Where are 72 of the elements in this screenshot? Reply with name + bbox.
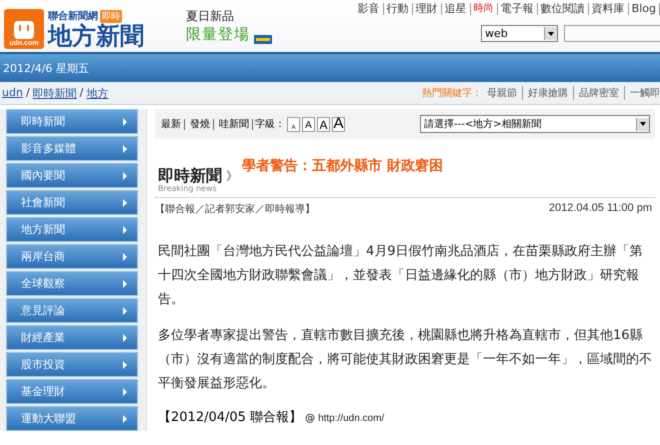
- arrow-icon: [123, 252, 127, 260]
- keyword-link[interactable]: 一觸即: [625, 86, 660, 100]
- sidebar-item[interactable]: 兩岸台商: [6, 244, 138, 269]
- article-paragraph: 民間社團「台灣地方民代公益論壇」4月9日假竹南兆品酒店，在苗栗縣政府主辦「第十四次全國地方財政聯繫會議」，並發表「日益邊緣化的縣（市）地方財政」研究報告。: [158, 242, 644, 309]
- sidebar-item[interactable]: 全球觀察: [6, 271, 138, 296]
- nav-link[interactable]: 影音: [354, 3, 384, 15]
- section-title: 即時新聞: [158, 166, 222, 184]
- hot-keywords-label: 熱門關鍵字：: [422, 86, 482, 100]
- date-text: 2012/4/6 星期五: [3, 60, 89, 76]
- arrow-icon: [123, 414, 127, 422]
- arrow-icon: [123, 280, 127, 288]
- sidebar-item[interactable]: 國內要聞: [6, 163, 138, 188]
- breadcrumb-link[interactable]: 地方: [86, 86, 108, 100]
- live-badge: 即時: [100, 10, 122, 22]
- sidebar-item[interactable]: 運動大聯盟: [6, 406, 138, 431]
- nav-link[interactable]: 理財: [412, 3, 442, 15]
- source-link[interactable]: http://udn.com/: [318, 412, 384, 424]
- nav-link[interactable]: 時尚: [470, 3, 498, 15]
- nav-link[interactable]: 數位閱讀: [538, 3, 589, 15]
- nav-link[interactable]: 資料庫: [588, 3, 629, 15]
- font-size-button[interactable]: A: [302, 116, 315, 132]
- ad-text: 夏日新品: [186, 8, 235, 25]
- sidebar-item[interactable]: 影音多媒體: [6, 136, 138, 161]
- article-paragraph: 多位學者專家提出警告，直轄市數目擴充後，桃園縣也將升格為直轄市，但其他16縣（市）沒有適當的制度配合，將可能使其財政困窘更是「一年不如一年」，區域間的不平衡發展益形惡化。: [158, 326, 653, 393]
- sidebar-item[interactable]: 股市投資: [6, 352, 138, 377]
- at-sign: @: [305, 412, 316, 424]
- breadcrumb-link[interactable]: 即時新聞: [32, 86, 77, 100]
- arrow-icon: [123, 388, 127, 396]
- arrow-icon: [123, 118, 127, 126]
- font-size-button[interactable]: A: [317, 116, 330, 132]
- nav-link[interactable]: 電子報: [498, 3, 538, 15]
- byline: 【聯合報／記者郭安家／即時報導】: [155, 202, 315, 216]
- sidebar-item[interactable]: 財經產業: [6, 325, 138, 350]
- keyword-link[interactable]: 母親節: [482, 86, 523, 100]
- search-scope-select[interactable]: web: [481, 25, 558, 42]
- toolbar-link[interactable]: 發燒: [187, 118, 214, 130]
- toolbar-link[interactable]: 最新: [158, 118, 185, 130]
- site-name: 聯合新聞網: [48, 9, 98, 23]
- brand-logo-icon: [254, 35, 272, 44]
- sidebar-item[interactable]: 地方新聞: [6, 217, 138, 242]
- section-subtitle: Breaking news: [158, 184, 218, 193]
- toolbar-link[interactable]: 哇新聞: [216, 118, 253, 130]
- arrow-icon: [123, 226, 127, 234]
- timestamp: 2012.04.05 11:00 pm: [548, 202, 652, 216]
- sidebar-item[interactable]: 基金理財: [6, 379, 138, 404]
- logo-title: 地方新聞: [48, 23, 144, 49]
- breadcrumb-link[interactable]: udn: [2, 86, 23, 100]
- source-note: 【2012/04/05 聯合報】: [158, 408, 302, 426]
- title-separator: 》: [226, 168, 238, 185]
- sidebar-item[interactable]: 社會新聞: [6, 190, 138, 215]
- font-size-button[interactable]: A: [332, 116, 345, 132]
- outlet-icon: [13, 20, 35, 40]
- sidebar-item[interactable]: 即時新聞: [6, 109, 138, 134]
- arrow-icon: [123, 306, 127, 314]
- arrow-icon: [123, 360, 127, 368]
- font-size-label: 字級：: [255, 118, 285, 131]
- breadcrumb-separator: /: [80, 86, 84, 100]
- nav-link[interactable]: 行動: [384, 3, 413, 15]
- headline: 學者警告：五都外縣市 財政窘困: [242, 157, 443, 176]
- arrow-icon: [123, 334, 127, 342]
- arrow-icon: [123, 144, 127, 152]
- ad-headline: 限量登場: [186, 25, 250, 44]
- keyword-link[interactable]: 品牌密室: [574, 86, 625, 100]
- keyword-link[interactable]: 好康搶購: [523, 86, 574, 100]
- breadcrumb-separator: /: [26, 86, 30, 100]
- arrow-icon: [123, 198, 127, 206]
- sidebar-item[interactable]: 意見評論: [6, 298, 138, 323]
- nav-link[interactable]: Blog: [628, 3, 660, 15]
- nav-link[interactable]: 追星: [442, 3, 471, 15]
- arrow-icon: [123, 172, 127, 180]
- search-field[interactable]: [564, 25, 660, 42]
- related-news-select[interactable]: 請選擇---<地方>相關新聞: [420, 115, 650, 133]
